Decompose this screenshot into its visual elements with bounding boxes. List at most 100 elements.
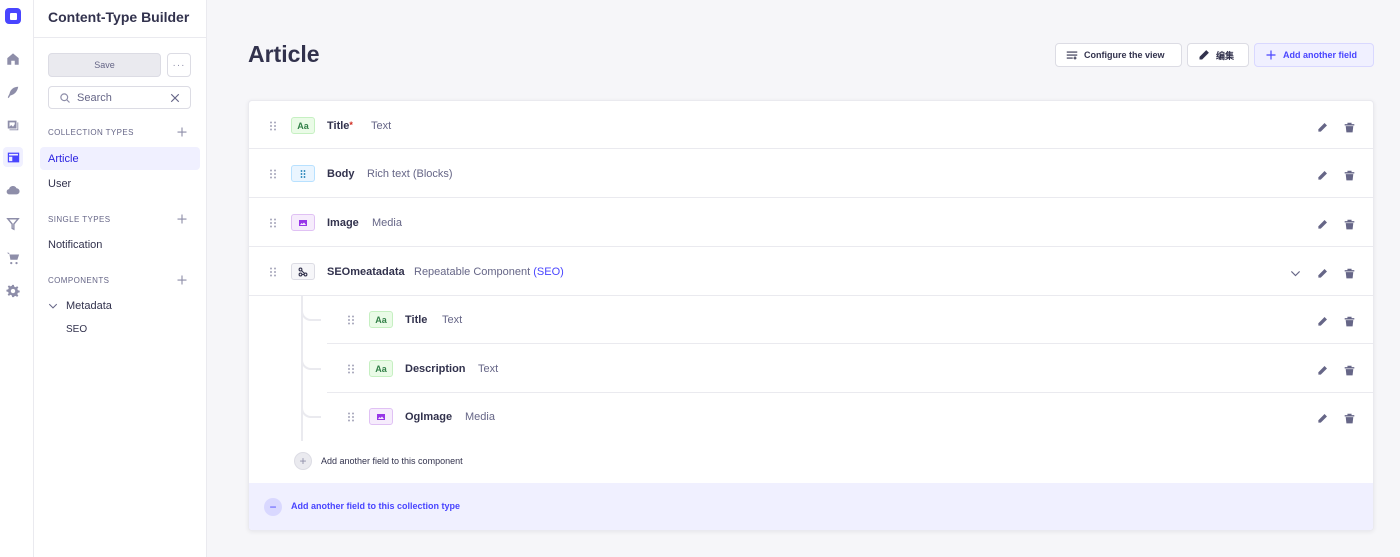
subnav-title: Content-Type Builder <box>48 9 190 25</box>
tree-branch <box>301 404 321 418</box>
more-actions-button[interactable]: ··· <box>167 53 191 77</box>
field-type: Media <box>465 411 495 423</box>
component-category-label: Metadata <box>66 300 112 312</box>
add-field-to-component-label: Add another field to this component <box>321 456 463 466</box>
drag-handle-icon[interactable] <box>347 364 355 374</box>
pencil-icon <box>1199 50 1209 60</box>
tree-branch <box>301 307 321 321</box>
field-row-seomeatadata[interactable]: SEOmeatadata Repeatable Component (SEO) <box>249 248 1373 296</box>
field-type: Text <box>478 363 499 375</box>
component-field-row-title[interactable]: Aa Title Text <box>327 296 1373 344</box>
add-component-plus-icon[interactable] <box>176 274 188 286</box>
delete-field-trash-icon[interactable] <box>1344 217 1356 230</box>
edit-field-pencil-icon[interactable] <box>1317 168 1329 180</box>
text-field-icon: Aa <box>369 311 393 328</box>
settings-gear-icon[interactable] <box>6 284 20 298</box>
media-field-icon <box>291 214 315 231</box>
fields-list: Aa Title* Text Body Rich text (Blocks) I… <box>248 100 1374 531</box>
drag-handle-icon[interactable] <box>347 412 355 422</box>
nav-item-user[interactable]: User <box>40 172 200 195</box>
field-name: Title* <box>327 120 353 132</box>
single-types-label: SINGLE TYPES <box>48 215 111 224</box>
edit-field-pencil-icon[interactable] <box>1317 411 1329 423</box>
content-releases-icon[interactable] <box>6 217 20 231</box>
cloud-icon[interactable] <box>6 183 20 197</box>
drag-handle-icon[interactable] <box>269 218 277 228</box>
content-manager-feather-icon[interactable] <box>6 85 20 99</box>
drag-handle-icon[interactable] <box>269 267 277 277</box>
field-name: OgImage <box>405 411 453 423</box>
field-type: Text <box>442 314 463 326</box>
drag-handle-icon[interactable] <box>269 169 277 179</box>
add-field-to-collection-type-button[interactable]: − Add another field to this collection t… <box>249 483 1373 530</box>
edit-field-pencil-icon[interactable] <box>1317 266 1329 278</box>
component-field-icon <box>291 263 315 280</box>
edit-button[interactable]: 编集 <box>1187 43 1249 67</box>
field-name: Body <box>327 168 355 180</box>
add-single-type-plus-icon[interactable] <box>176 213 188 225</box>
component-field-row-description[interactable]: Aa Description Text <box>327 345 1373 393</box>
search-placeholder: Search <box>77 92 112 104</box>
required-asterisk: * <box>349 120 353 130</box>
edit-field-pencil-icon[interactable] <box>1317 120 1329 132</box>
collection-types-label: COLLECTION TYPES <box>48 128 134 137</box>
page-title: Article <box>248 41 320 67</box>
subnav-divider <box>34 37 207 38</box>
text-field-icon: Aa <box>369 360 393 377</box>
edit-field-pencil-icon[interactable] <box>1317 217 1329 229</box>
marketplace-cart-icon[interactable] <box>6 251 20 265</box>
nav-item-notification[interactable]: Notification <box>40 233 200 256</box>
delete-field-trash-icon[interactable] <box>1344 411 1356 424</box>
media-field-icon <box>369 408 393 425</box>
configure-view-button[interactable]: Configure the view <box>1055 43 1182 67</box>
field-type: Media <box>372 217 402 229</box>
field-row-title[interactable]: Aa Title* Text <box>249 101 1373 149</box>
delete-field-trash-icon[interactable] <box>1344 120 1356 133</box>
text-field-icon: Aa <box>291 117 315 134</box>
field-name: SEOmeatadata <box>327 266 405 278</box>
add-collection-type-plus-icon[interactable] <box>176 126 188 138</box>
drag-handle-icon[interactable] <box>347 315 355 325</box>
tree-branch <box>301 356 321 370</box>
content-type-builder-icon[interactable] <box>3 147 23 167</box>
clear-search-icon[interactable] <box>169 92 181 104</box>
component-category-metadata[interactable]: Metadata <box>48 300 112 312</box>
delete-field-trash-icon[interactable] <box>1344 266 1356 279</box>
components-label: COMPONENTS <box>48 276 110 285</box>
media-library-icon[interactable] <box>6 118 20 132</box>
add-another-field-button[interactable]: Add another field <box>1254 43 1374 67</box>
field-type: Repeatable Component (SEO) <box>414 266 564 278</box>
save-button[interactable]: Save <box>48 53 161 77</box>
add-field-to-collection-type-label: Add another field to this collection typ… <box>291 501 461 511</box>
edit-label: 编集 <box>1216 50 1235 61</box>
search-icon <box>60 93 70 103</box>
plus-icon <box>1266 50 1276 60</box>
component-field-row-ogimage[interactable]: OgImage Media <box>327 393 1373 441</box>
edit-field-pencil-icon[interactable] <box>1317 363 1329 375</box>
nav-item-seo[interactable]: SEO <box>66 324 87 335</box>
component-link[interactable]: (SEO) <box>533 266 564 278</box>
main-nav-rail <box>0 0 34 557</box>
configure-view-label: Configure the view <box>1084 50 1165 60</box>
delete-field-trash-icon[interactable] <box>1344 168 1356 181</box>
content-type-builder-subnav: Content-Type Builder Save ··· Search COL… <box>34 0 207 557</box>
home-icon[interactable] <box>6 52 20 66</box>
minus-icon: − <box>264 498 282 516</box>
edit-field-pencil-icon[interactable] <box>1317 314 1329 326</box>
field-name: Image <box>327 217 359 229</box>
list-settings-icon <box>1066 51 1078 60</box>
nav-item-article[interactable]: Article <box>40 147 200 170</box>
field-name: Description <box>405 363 466 375</box>
add-field-to-component-button[interactable]: + Add another field to this component <box>294 452 463 470</box>
drag-handle-icon[interactable] <box>269 121 277 131</box>
search-input[interactable]: Search <box>48 86 191 109</box>
chevron-down-icon[interactable] <box>1290 266 1302 278</box>
field-type: Rich text (Blocks) <box>367 168 453 180</box>
field-row-body[interactable]: Body Rich text (Blocks) <box>249 150 1373 198</box>
delete-field-trash-icon[interactable] <box>1344 363 1356 376</box>
field-row-image[interactable]: Image Media <box>249 199 1373 247</box>
delete-field-trash-icon[interactable] <box>1344 314 1356 327</box>
app-logo-icon[interactable] <box>5 8 21 24</box>
plus-icon: + <box>294 452 312 470</box>
blocks-field-icon <box>291 165 315 182</box>
